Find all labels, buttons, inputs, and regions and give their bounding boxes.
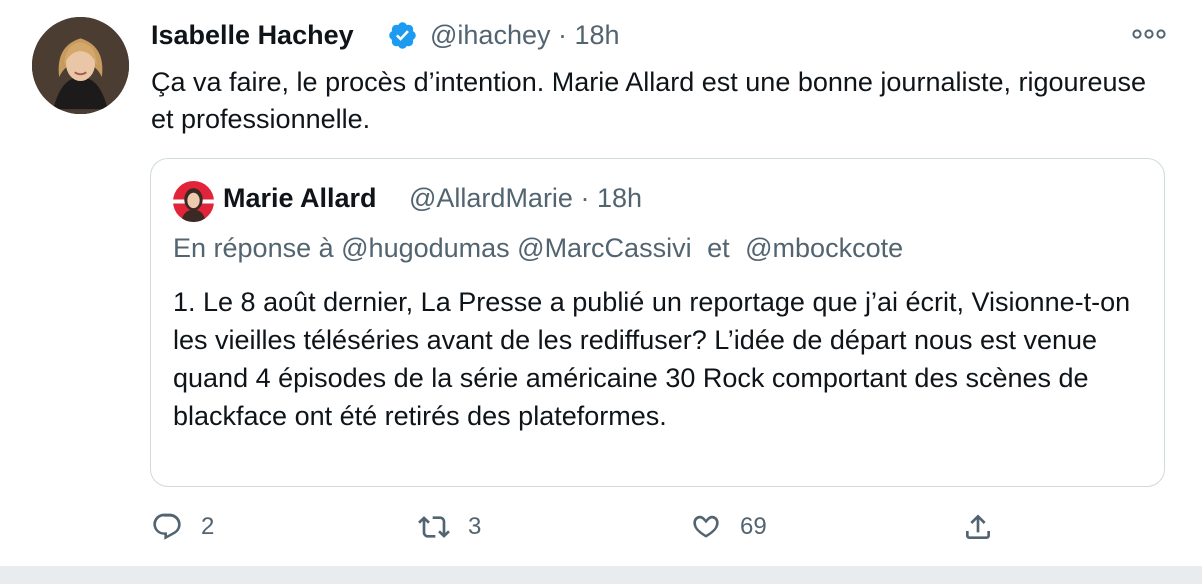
quoted-author-photo: [173, 181, 214, 222]
timeline-divider: [0, 566, 1202, 584]
share-icon: [966, 514, 990, 539]
more-options-icon[interactable]: [1130, 22, 1168, 46]
reply-button[interactable]: 2: [151, 505, 214, 549]
heart-icon: [693, 515, 719, 538]
reply-count: 2: [201, 513, 215, 540]
tweet-actions: 2 3 69: [0, 505, 1202, 553]
retweet-count: 3: [468, 513, 482, 540]
quoted-author-avatar[interactable]: [173, 181, 214, 222]
quoted-author-handle-time[interactable]: @AllardMarie · 18h: [409, 183, 642, 214]
reply-icon: [153, 513, 181, 540]
quoted-tweet-text: 1. Le 8 août dernier, La Presse a publié…: [173, 287, 1131, 431]
reply-mentions[interactable]: @hugodumas @MarcCassivi: [341, 233, 691, 263]
author-handle-time[interactable]: @ihachey · 18h: [430, 20, 620, 51]
share-button[interactable]: [962, 505, 994, 549]
verified-badge-icon: [389, 22, 416, 49]
reply-last-mention[interactable]: @mbockcote: [745, 233, 903, 263]
tweet-card[interactable]: Isabelle Hachey @ihachey · 18h Ça va fai…: [0, 0, 1202, 566]
author-avatar[interactable]: [32, 17, 129, 114]
quoted-author-name[interactable]: Marie Allard: [223, 183, 377, 214]
like-button[interactable]: 69: [690, 505, 767, 549]
reply-context: En réponse à @hugodumas @MarcCassivi et …: [173, 233, 903, 264]
retweet-button[interactable]: 3: [418, 505, 481, 549]
reply-prefix: En réponse à: [173, 233, 334, 263]
like-count: 69: [740, 513, 767, 540]
retweet-icon: [418, 516, 450, 538]
author-name[interactable]: Isabelle Hachey: [151, 20, 354, 51]
author-photo: [32, 17, 129, 114]
quoted-tweet[interactable]: Marie Allard @AllardMarie · 18h En répon…: [150, 158, 1165, 487]
tweet-text: Ça va faire, le procès d’intention. Mari…: [151, 67, 1147, 134]
reply-and: et: [707, 233, 730, 263]
